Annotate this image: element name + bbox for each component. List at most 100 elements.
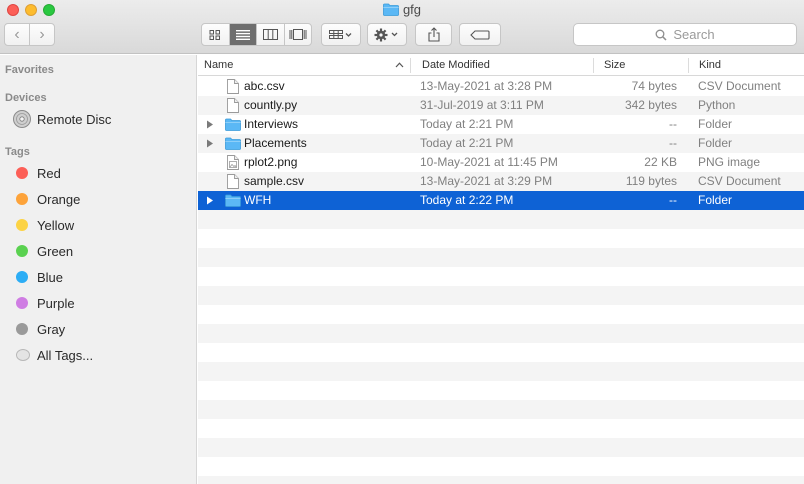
file-list: Name Date Modified Size Kind abc.csv 13-M… — [198, 55, 804, 484]
list-view-button[interactable] — [228, 24, 256, 45]
document-icon — [227, 174, 239, 189]
empty-row — [198, 286, 804, 305]
sidebar-item-label: Red — [37, 165, 61, 181]
sidebar-item-remote-disc[interactable]: Remote Disc — [0, 107, 196, 131]
file-size: 22 KB — [644, 155, 677, 169]
empty-row — [198, 267, 804, 286]
empty-row — [198, 438, 804, 457]
column-divider[interactable] — [593, 58, 594, 73]
folder-icon — [383, 3, 399, 16]
purple-tag-dot-icon — [16, 297, 28, 309]
folder-icon — [225, 137, 241, 150]
sidebar-tag-red[interactable]: Red — [0, 161, 196, 185]
file-date-modified: Today at 2:21 PM — [420, 136, 514, 150]
file-rows: abc.csv 13-May-2021 at 3:28 PM 74 bytes CSV… — [198, 77, 804, 484]
sidebar-item-label: Gray — [37, 321, 66, 337]
tag-icon — [470, 29, 490, 40]
icon-view-button[interactable] — [202, 24, 229, 45]
empty-row — [198, 343, 804, 362]
window-titlebar: gfg ‹ › Search — [0, 0, 804, 54]
sidebar-tag-yellow[interactable]: Yellow — [0, 213, 196, 237]
sidebar-tag-green[interactable]: Green — [0, 239, 196, 263]
column-view-button[interactable] — [256, 24, 284, 45]
view-mode-selector — [201, 23, 312, 46]
gallery-view-button[interactable] — [283, 24, 312, 45]
empty-row — [198, 248, 804, 267]
empty-row — [198, 419, 804, 438]
empty-row — [198, 305, 804, 324]
column-header-size[interactable]: Size — [598, 55, 625, 76]
file-size: 74 bytes — [631, 79, 677, 93]
sidebar-item-label: All Tags... — [37, 347, 94, 363]
empty-row — [198, 400, 804, 419]
file-kind: CSV Document — [698, 79, 781, 93]
image-icon — [227, 155, 239, 170]
file-name: Interviews — [244, 117, 299, 131]
empty-row — [198, 229, 804, 248]
file-size: 342 bytes — [624, 98, 677, 112]
column-header-name[interactable]: Name — [198, 55, 410, 76]
empty-row — [198, 476, 804, 484]
search-field[interactable]: Search — [573, 23, 797, 46]
file-row[interactable]: WFH Today at 2:22 PM -- Folder — [198, 191, 804, 210]
file-size: -- — [669, 136, 677, 150]
file-date-modified: 13-May-2021 at 3:28 PM — [420, 79, 553, 93]
sidebar-all-tags[interactable]: All Tags... — [0, 343, 196, 367]
empty-row — [198, 381, 804, 400]
search-placeholder: Search — [673, 27, 715, 42]
empty-row — [198, 362, 804, 381]
file-size: -- — [669, 193, 677, 207]
disclosure-triangle-icon[interactable] — [206, 139, 214, 148]
file-row[interactable]: abc.csv 13-May-2021 at 3:28 PM 74 bytes CSV… — [198, 77, 804, 96]
sidebar-item-label: Blue — [37, 269, 64, 285]
folder-icon — [225, 194, 241, 207]
gear-icon — [374, 28, 398, 41]
column-date-label: Date Modified — [422, 59, 490, 71]
back-button[interactable]: ‹ — [5, 24, 29, 45]
sort-ascending-icon — [395, 62, 404, 68]
file-row[interactable]: sample.csv 13-May-2021 at 3:29 PM 119 byte… — [198, 172, 804, 191]
column-size-label: Size — [604, 59, 626, 71]
sidebar-heading-favorites: Favorites — [5, 64, 54, 76]
file-row[interactable]: Interviews Today at 2:21 PM -- Folder — [198, 115, 804, 134]
sidebar-item-label: Green — [37, 243, 74, 259]
share-button[interactable] — [415, 23, 452, 46]
sidebar-tag-orange[interactable]: Orange — [0, 187, 196, 211]
empty-row — [198, 210, 804, 229]
column-kind-label: Kind — [699, 59, 722, 71]
file-size: -- — [669, 117, 677, 131]
column-divider[interactable] — [410, 58, 411, 73]
chevron-right-icon: › — [39, 25, 45, 43]
sidebar-tag-blue[interactable]: Blue — [0, 265, 196, 289]
green-tag-dot-icon — [16, 245, 28, 257]
file-row[interactable]: countly.py 31-Jul-2019 at 3:11 PM 342 byte… — [198, 96, 804, 115]
forward-button[interactable]: › — [29, 24, 54, 45]
sidebar-tag-gray[interactable]: Gray — [0, 317, 196, 341]
edit-tags-button[interactable] — [459, 23, 501, 46]
disclosure-triangle-icon[interactable] — [206, 120, 214, 129]
window-title-text: gfg — [402, 2, 422, 17]
disclosure-triangle-icon[interactable] — [206, 196, 214, 205]
sidebar-heading-devices: Devices — [5, 92, 47, 104]
file-row[interactable]: rplot2.png 10-May-2021 at 11:45 PM 22 KB PN… — [198, 153, 804, 172]
file-date-modified: 31-Jul-2019 at 3:11 PM — [420, 98, 544, 112]
chevron-left-icon: ‹ — [14, 25, 20, 43]
file-name: WFH — [244, 193, 272, 207]
columns-icon — [262, 29, 278, 40]
gray-tag-dot-icon — [16, 323, 28, 335]
column-divider[interactable] — [688, 58, 689, 73]
sidebar-tag-purple[interactable]: Purple — [0, 291, 196, 315]
column-header-kind[interactable]: Kind — [693, 55, 721, 76]
group-by-button[interactable] — [321, 23, 361, 46]
navigation-buttons: ‹ › — [4, 23, 55, 46]
sidebar-item-label: Purple — [37, 295, 75, 311]
icon-grid-icon — [209, 29, 221, 40]
sidebar: Favorites Devices Remote Disc Tags Red O… — [0, 55, 197, 484]
column-header: Name Date Modified Size Kind — [198, 55, 804, 76]
file-date-modified: Today at 2:22 PM — [420, 193, 514, 207]
file-date-modified: 10-May-2021 at 11:45 PM — [420, 155, 558, 169]
action-menu-button[interactable] — [367, 23, 407, 46]
column-header-date[interactable]: Date Modified — [416, 55, 490, 76]
file-row[interactable]: Placements Today at 2:21 PM -- Folder — [198, 134, 804, 153]
file-name: sample.csv — [244, 174, 305, 188]
